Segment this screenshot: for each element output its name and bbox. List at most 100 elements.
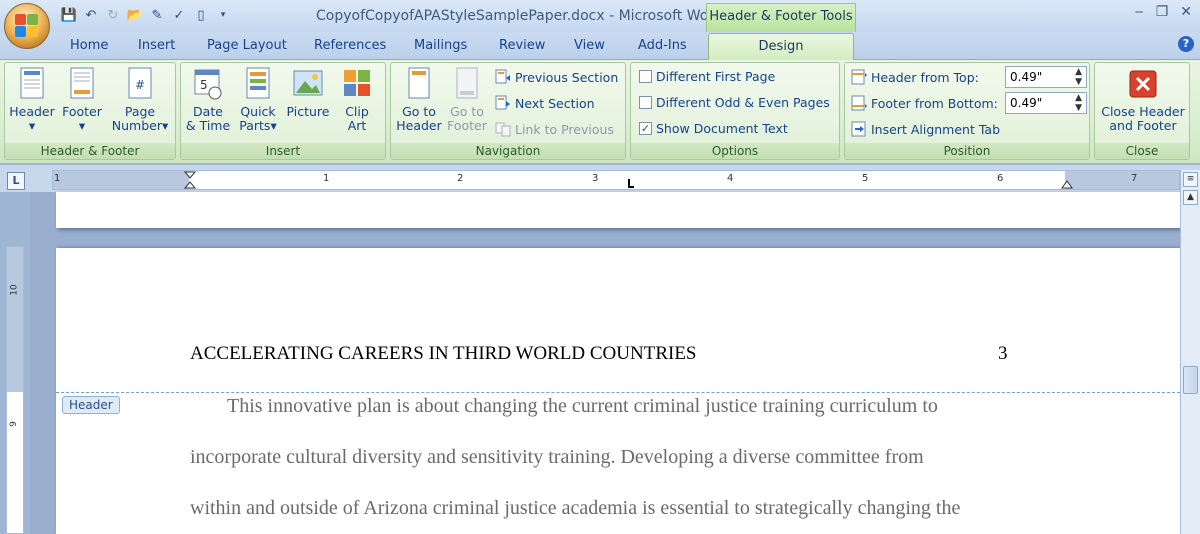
document-page[interactable] bbox=[56, 248, 1180, 534]
go-to-header-button[interactable]: Go to Header bbox=[395, 67, 443, 133]
tab-review[interactable]: Review bbox=[499, 38, 545, 53]
tab-design[interactable]: Design bbox=[708, 33, 854, 60]
office-button[interactable] bbox=[4, 3, 50, 49]
quick-parts-label-2: Parts bbox=[239, 118, 271, 133]
footer-button[interactable]: Footer ▾ bbox=[59, 67, 105, 133]
quick-parts-label-1: Quick bbox=[240, 104, 276, 119]
help-icon[interactable]: ? bbox=[1178, 36, 1194, 52]
tab-mailings[interactable]: Mailings bbox=[414, 38, 467, 53]
header-from-top: Header from Top: bbox=[851, 69, 979, 85]
go-to-footer-icon bbox=[456, 67, 478, 99]
ruler-number: 6 bbox=[997, 173, 1004, 184]
svg-text:5: 5 bbox=[200, 78, 208, 92]
different-odd-even-checkbox[interactable]: Different Odd & Even Pages bbox=[639, 95, 830, 110]
format-painter-icon[interactable]: ✎ bbox=[148, 6, 166, 24]
previous-section-button[interactable]: Previous Section bbox=[495, 69, 618, 85]
group-close: Close Header and Footer Close bbox=[1094, 62, 1190, 160]
ruler-number: 5 bbox=[862, 173, 869, 184]
horizontal-ruler[interactable]: 1 1 2 3 4 5 6 7 bbox=[52, 170, 1180, 190]
header-from-top-input[interactable]: 0.49" ▲ ▼ bbox=[1005, 66, 1087, 88]
insert-alignment-tab-label: Insert Alignment Tab bbox=[871, 121, 1001, 137]
different-first-page-label: Different First Page bbox=[656, 69, 776, 84]
vruler-top-margin bbox=[7, 247, 23, 392]
close-header-footer-label-1: Close Header bbox=[1101, 104, 1185, 119]
next-section-button[interactable]: Next Section bbox=[495, 95, 595, 111]
ruler-number: 1 bbox=[54, 173, 61, 184]
footer-from-bottom-input[interactable]: 0.49" ▲ ▼ bbox=[1005, 92, 1087, 114]
next-section-label: Next Section bbox=[515, 95, 595, 111]
show-document-text-label: Show Document Text bbox=[656, 121, 788, 136]
scroll-thumb[interactable] bbox=[1183, 366, 1198, 394]
body-text-line: This innovative plan is about changing t… bbox=[227, 395, 938, 417]
footer-position-icon bbox=[851, 95, 867, 111]
group-label: Close bbox=[1095, 143, 1189, 159]
clip-art-label-2: Art bbox=[347, 118, 367, 133]
vertical-scrollbar[interactable]: ≡ ▲ bbox=[1180, 170, 1200, 534]
ruler-toggle-icon[interactable]: ≡ bbox=[1183, 172, 1198, 187]
header-icon bbox=[20, 67, 44, 99]
redo-icon[interactable]: ↻ bbox=[104, 6, 122, 24]
tab-selector-button[interactable]: L bbox=[7, 172, 25, 190]
group-header-footer: Header ▾ Footer ▾ # Page Number▾ Header & … bbox=[4, 62, 176, 160]
ruler-number: 1 bbox=[323, 173, 330, 184]
new-document-icon[interactable]: ▯ bbox=[192, 6, 210, 24]
quick-parts-icon bbox=[246, 67, 270, 99]
undo-icon[interactable]: ↶ bbox=[82, 6, 100, 24]
window-controls: ‒ ❐ ✕ bbox=[1135, 4, 1192, 20]
tab-home[interactable]: Home bbox=[70, 38, 108, 53]
indent-marker-icon[interactable] bbox=[184, 171, 196, 190]
go-to-footer-button[interactable]: Go to Footer bbox=[443, 67, 491, 133]
header-from-top-value: 0.49" bbox=[1010, 70, 1043, 84]
spinner-arrows-icon[interactable]: ▲ ▼ bbox=[1075, 67, 1082, 87]
open-icon[interactable]: 📂 bbox=[126, 6, 144, 24]
group-label: Options bbox=[631, 143, 839, 159]
tab-references[interactable]: References bbox=[314, 38, 386, 53]
clip-art-label-1: Clip bbox=[345, 104, 369, 119]
spelling-icon[interactable]: ✓ bbox=[170, 6, 188, 24]
tab-stop-icon[interactable] bbox=[624, 179, 634, 189]
tab-add-ins[interactable]: Add-Ins bbox=[638, 38, 687, 53]
customize-qat-icon[interactable]: ▾ bbox=[214, 6, 232, 24]
clip-art-button[interactable]: Clip Art bbox=[335, 67, 379, 133]
svg-text:#: # bbox=[135, 78, 145, 92]
right-indent-marker-icon[interactable] bbox=[1061, 179, 1073, 189]
group-label: Insert bbox=[181, 143, 385, 159]
header-button-label: Header bbox=[9, 104, 55, 119]
link-to-previous-button[interactable]: Link to Previous bbox=[495, 121, 614, 137]
header-from-top-label: Header from Top: bbox=[871, 69, 979, 85]
page-number-button[interactable]: # Page Number▾ bbox=[109, 67, 171, 133]
header-label-tag: Header bbox=[62, 396, 120, 414]
tab-view[interactable]: View bbox=[574, 38, 605, 53]
close-icon[interactable]: ✕ bbox=[1180, 4, 1192, 20]
clip-art-icon bbox=[344, 70, 370, 96]
previous-page-bottom bbox=[56, 192, 1180, 228]
next-section-icon bbox=[495, 95, 510, 110]
group-label: Position bbox=[845, 143, 1089, 159]
page-number-label-2: Number bbox=[111, 118, 162, 133]
checkbox-unchecked-icon bbox=[639, 70, 652, 83]
running-header-text[interactable]: ACCELERATING CAREERS IN THIRD WORLD COUN… bbox=[190, 343, 697, 365]
go-to-header-label-2: Header bbox=[396, 118, 442, 133]
show-document-text-checkbox[interactable]: ✓ Show Document Text bbox=[639, 121, 788, 136]
date-time-button[interactable]: 5 Date & Time bbox=[185, 67, 231, 133]
quick-parts-button[interactable]: Quick Parts▾ bbox=[233, 67, 283, 133]
tab-insert[interactable]: Insert bbox=[138, 38, 175, 53]
picture-button[interactable]: Picture bbox=[285, 67, 331, 119]
spinner-arrows-icon[interactable]: ▲ ▼ bbox=[1075, 93, 1082, 113]
header-button[interactable]: Header ▾ bbox=[9, 67, 55, 133]
vertical-ruler[interactable]: 10 9 bbox=[6, 246, 24, 534]
previous-section-icon bbox=[495, 69, 510, 84]
scroll-up-icon[interactable]: ▲ bbox=[1183, 190, 1198, 205]
close-header-footer-button[interactable]: Close Header and Footer bbox=[1097, 67, 1189, 133]
close-header-footer-label-2: and Footer bbox=[1109, 118, 1177, 133]
minimize-icon[interactable]: ‒ bbox=[1135, 4, 1144, 20]
picture-icon bbox=[293, 70, 323, 96]
different-odd-even-label: Different Odd & Even Pages bbox=[656, 95, 830, 110]
different-first-page-checkbox[interactable]: Different First Page bbox=[639, 69, 775, 84]
insert-alignment-tab-button[interactable]: Insert Alignment Tab bbox=[851, 121, 1000, 137]
save-icon[interactable]: 💾 bbox=[60, 6, 78, 24]
header-page-number[interactable]: 3 bbox=[998, 343, 1008, 365]
restore-icon[interactable]: ❐ bbox=[1156, 4, 1169, 20]
tab-page-layout[interactable]: Page Layout bbox=[207, 38, 287, 53]
checkbox-checked-icon: ✓ bbox=[639, 122, 652, 135]
